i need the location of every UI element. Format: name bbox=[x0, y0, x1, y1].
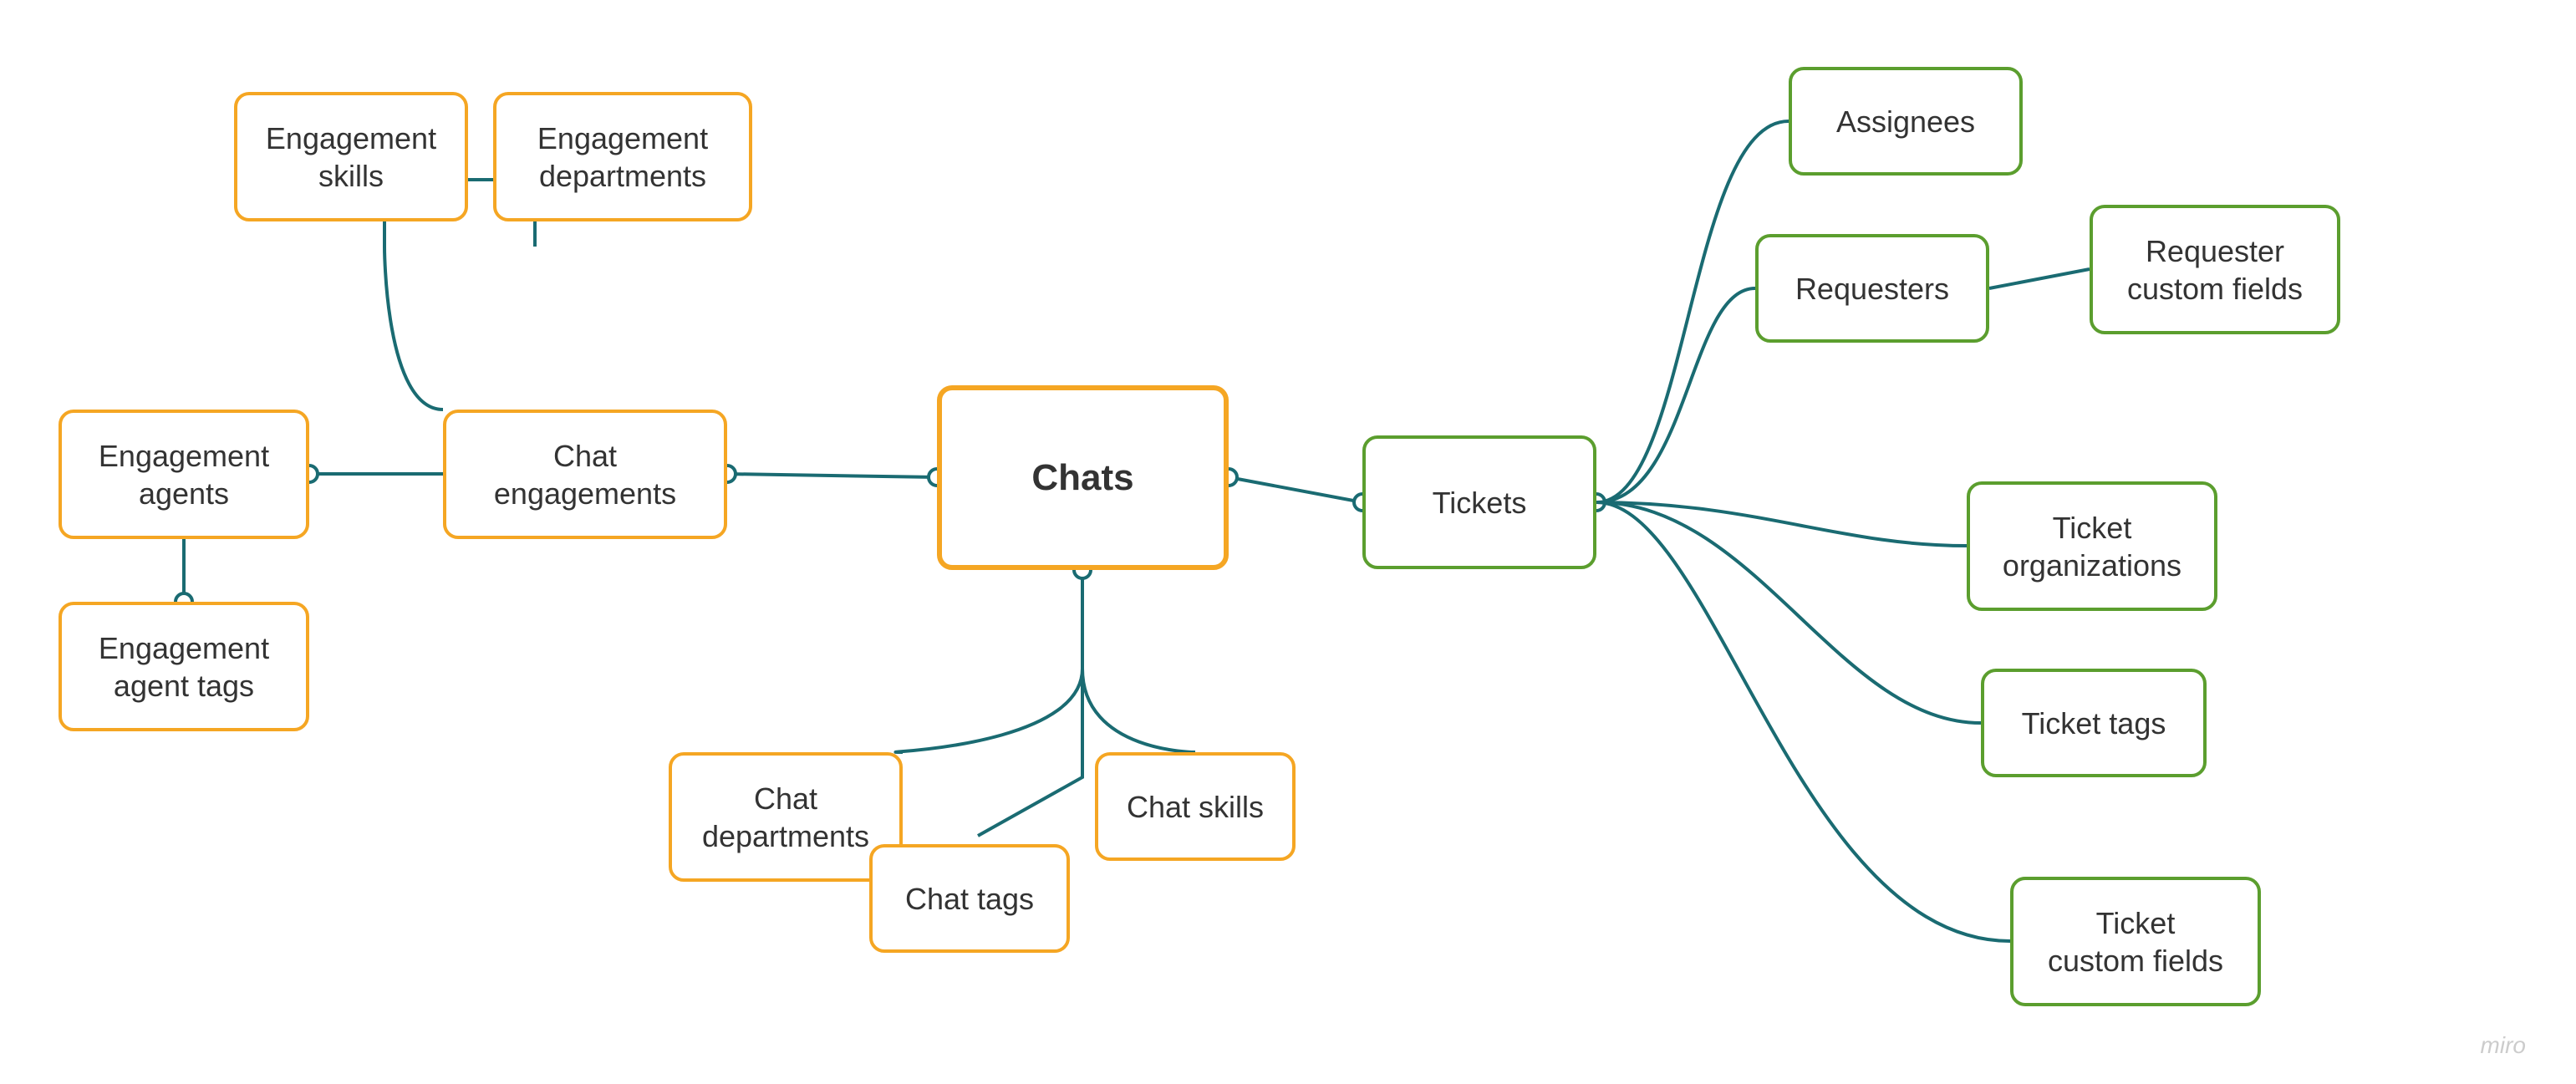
requester-custom-fields-label: Requestercustom fields bbox=[2127, 232, 2303, 308]
node-chat-skills: Chat skills bbox=[1095, 752, 1296, 861]
chat-tags-label: Chat tags bbox=[905, 880, 1034, 918]
node-engagement-skills: Engagementskills bbox=[234, 92, 468, 221]
chat-skills-label: Chat skills bbox=[1127, 788, 1264, 826]
ticket-organizations-label: Ticketorganizations bbox=[2003, 509, 2181, 584]
chat-engagements-label: Chatengagements bbox=[494, 437, 676, 512]
node-chat-departments: Chatdepartments bbox=[669, 752, 903, 882]
node-ticket-tags: Ticket tags bbox=[1981, 669, 2207, 777]
ticket-tags-label: Ticket tags bbox=[2022, 705, 2166, 742]
engagement-departments-label: Engagementdepartments bbox=[537, 120, 708, 195]
node-assignees: Assignees bbox=[1789, 67, 2023, 176]
node-requesters: Requesters bbox=[1755, 234, 1989, 343]
chats-label: Chats bbox=[1031, 455, 1133, 501]
requesters-label: Requesters bbox=[1795, 270, 1949, 308]
ticket-custom-fields-label: Ticketcustom fields bbox=[2048, 904, 2223, 980]
engagement-skills-label: Engagementskills bbox=[266, 120, 436, 195]
diagram-canvas: Chats Tickets Chatengagements Engagement… bbox=[0, 0, 2576, 1084]
tickets-label: Tickets bbox=[1433, 484, 1527, 522]
node-ticket-custom-fields: Ticketcustom fields bbox=[2010, 877, 2261, 1006]
node-engagement-departments: Engagementdepartments bbox=[493, 92, 752, 221]
node-chat-engagements: Chatengagements bbox=[443, 410, 727, 539]
node-ticket-organizations: Ticketorganizations bbox=[1967, 481, 2217, 611]
assignees-label: Assignees bbox=[1836, 103, 1975, 140]
engagement-agent-tags-label: Engagementagent tags bbox=[99, 629, 269, 705]
node-requester-custom-fields: Requestercustom fields bbox=[2090, 205, 2340, 334]
engagement-agents-label: Engagementagents bbox=[99, 437, 269, 512]
node-engagement-agent-tags: Engagementagent tags bbox=[59, 602, 309, 731]
node-engagement-agents: Engagementagents bbox=[59, 410, 309, 539]
node-tickets: Tickets bbox=[1362, 435, 1596, 569]
miro-watermark: miro bbox=[2481, 1032, 2526, 1059]
node-chats: Chats bbox=[937, 385, 1229, 570]
node-chat-tags: Chat tags bbox=[869, 844, 1070, 953]
chat-departments-label: Chatdepartments bbox=[702, 780, 869, 855]
